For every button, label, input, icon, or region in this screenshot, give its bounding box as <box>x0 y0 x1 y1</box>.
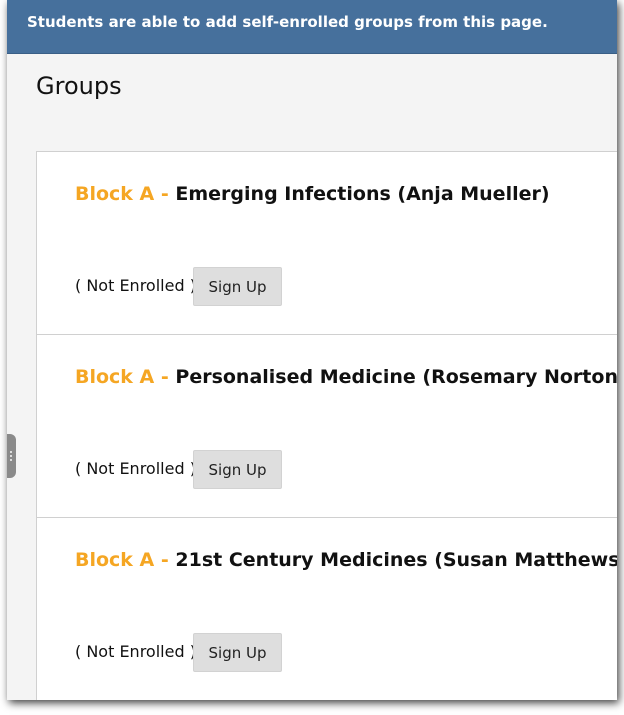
block-prefix: Block A - <box>75 549 176 571</box>
group-list: Block A - Emerging Infections (Anja Muel… <box>36 151 617 700</box>
group-card: Block A - Personalised Medicine (Rosemar… <box>37 335 617 518</box>
enrollment-status: ( Not Enrolled ) <box>75 459 196 478</box>
sign-up-button[interactable]: Sign Up <box>193 633 282 672</box>
group-name: 21st Century Medicines (Susan Matthews) <box>175 549 617 571</box>
group-title: Block A - Emerging Infections (Anja Muel… <box>75 183 550 205</box>
group-name: Personalised Medicine (Rosemary Norton) <box>175 366 617 388</box>
group-card: Block A - 21st Century Medicines (Susan … <box>37 518 617 700</box>
group-title: Block A - Personalised Medicine (Rosemar… <box>75 366 617 388</box>
info-banner: Students are able to add self-enrolled g… <box>7 0 617 54</box>
sign-up-button[interactable]: Sign Up <box>193 267 282 306</box>
sign-up-button[interactable]: Sign Up <box>193 450 282 489</box>
group-title: Block A - 21st Century Medicines (Susan … <box>75 549 617 571</box>
page-title: Groups <box>36 72 122 100</box>
group-name: Emerging Infections (Anja Mueller) <box>175 183 550 205</box>
block-prefix: Block A - <box>75 183 176 205</box>
enrollment-status: ( Not Enrolled ) <box>75 642 196 661</box>
block-prefix: Block A - <box>75 366 176 388</box>
side-panel-drag-handle[interactable] <box>7 434 16 478</box>
groups-window: Students are able to add self-enrolled g… <box>7 0 617 700</box>
enrollment-status: ( Not Enrolled ) <box>75 276 196 295</box>
group-card: Block A - Emerging Infections (Anja Muel… <box>37 152 617 335</box>
info-banner-text: Students are able to add self-enrolled g… <box>27 13 548 31</box>
